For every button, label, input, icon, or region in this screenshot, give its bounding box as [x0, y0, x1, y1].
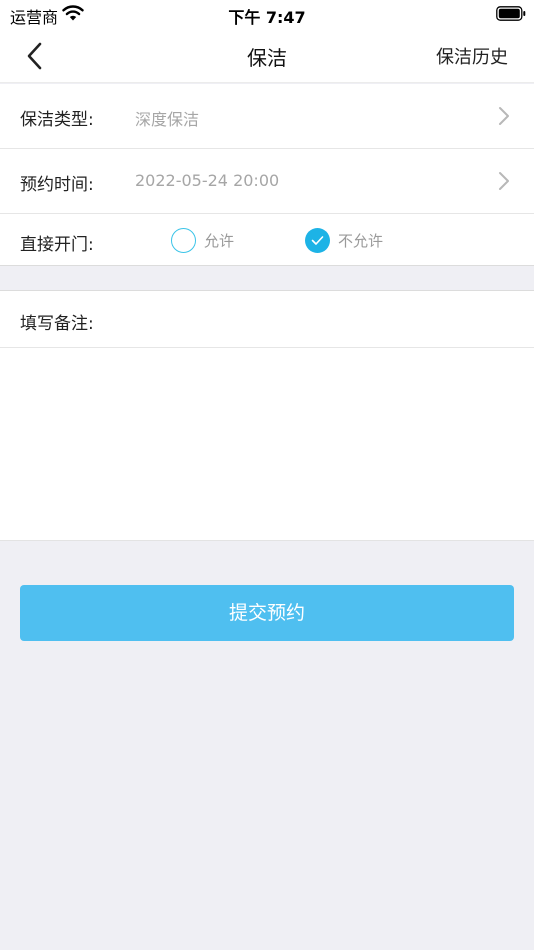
appointment-time-value: 2022-05-24 20:00: [135, 171, 280, 190]
booking-form: 保洁类型: 深度保洁 预约时间: 2022-05-24 20:00 直接开门: …: [0, 84, 534, 266]
battery-icon: [496, 6, 526, 21]
chevron-right-icon: [499, 172, 509, 190]
remark-section: 填写备注:: [0, 291, 534, 541]
chevron-right-icon: [499, 107, 509, 125]
allow-radio[interactable]: 允许: [171, 227, 234, 253]
disallow-radio-label: 不允许: [338, 231, 384, 250]
cleaning-history-button[interactable]: 保洁历史: [436, 43, 508, 69]
radio-unchecked-icon: [171, 227, 196, 253]
appointment-time-label: 预约时间:: [20, 175, 94, 195]
disallow-radio[interactable]: 不允许: [305, 227, 383, 253]
clock: 下午 7:47: [228, 8, 306, 27]
direct-open-door-label: 直接开门:: [20, 235, 94, 255]
check-icon: [305, 227, 330, 253]
section-separator: [0, 266, 534, 291]
remark-textarea[interactable]: [20, 355, 514, 533]
remark-divider: [0, 347, 534, 348]
cleaning-type-label: 保洁类型:: [20, 110, 94, 130]
cleaning-type-value: 深度保洁: [135, 110, 200, 129]
appointment-time-row[interactable]: 预约时间: 2022-05-24 20:00: [0, 149, 534, 214]
back-chevron-icon[interactable]: [18, 38, 54, 74]
direct-open-door-row: 直接开门: 允许 不允许: [0, 214, 534, 266]
status-bar: 运营商 下午 7:47: [0, 0, 534, 28]
submit-booking-button[interactable]: 提交预约: [20, 585, 514, 641]
navigation-bar: 保洁 保洁历史: [0, 28, 534, 83]
remark-label: 填写备注:: [20, 314, 94, 334]
allow-radio-label: 允许: [204, 231, 235, 250]
cleaning-type-row[interactable]: 保洁类型: 深度保洁: [0, 84, 534, 149]
